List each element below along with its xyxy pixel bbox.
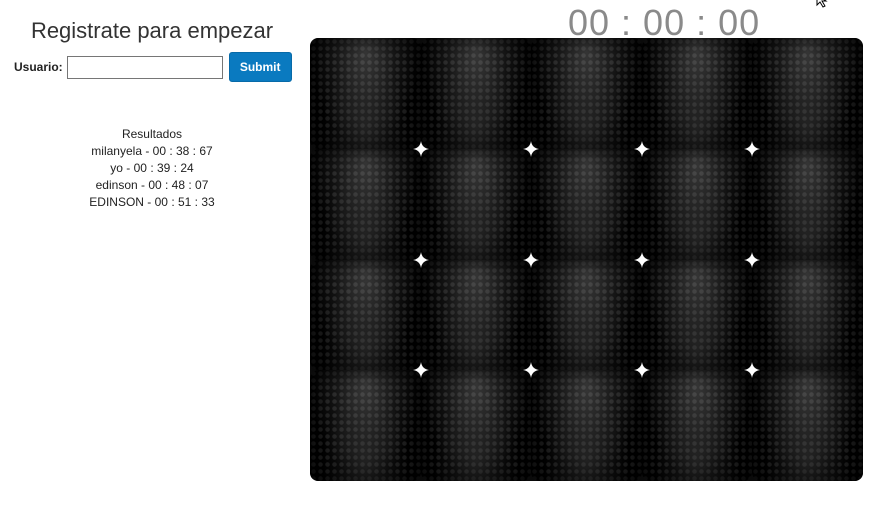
username-label: Usuario: — [14, 60, 63, 74]
game-card[interactable] — [641, 370, 753, 481]
game-card[interactable] — [752, 259, 863, 371]
sparkle-icon — [412, 251, 429, 268]
game-card[interactable] — [641, 259, 753, 371]
sparkle-icon — [744, 251, 761, 268]
game-card[interactable] — [310, 148, 421, 260]
game-card[interactable] — [420, 370, 532, 481]
sparkle-icon — [633, 140, 650, 157]
results-heading: Resultados — [121, 127, 183, 141]
game-card[interactable] — [531, 148, 642, 260]
game-card[interactable] — [752, 38, 863, 149]
game-card[interactable] — [531, 259, 642, 371]
mouse-cursor-icon — [816, 0, 828, 8]
username-input[interactable] — [66, 55, 223, 79]
game-card[interactable] — [752, 148, 863, 260]
sparkle-icon — [523, 362, 540, 379]
sparkle-icon — [744, 140, 761, 157]
sparkle-icon — [523, 140, 540, 157]
result-entry: edinson - 00 : 48 : 07 — [95, 178, 209, 192]
game-card[interactable] — [531, 370, 642, 481]
sparkle-icon — [523, 251, 540, 268]
game-card[interactable] — [641, 148, 753, 260]
result-entry: EDINSON - 00 : 51 : 33 — [89, 195, 215, 209]
sparkle-icon — [412, 362, 429, 379]
register-form: Usuario: Submit — [14, 52, 292, 82]
memory-game-board — [310, 38, 863, 481]
game-card[interactable] — [420, 148, 532, 260]
game-card[interactable] — [310, 38, 421, 149]
sparkle-icon — [412, 140, 429, 157]
game-card[interactable] — [420, 38, 532, 149]
game-card[interactable] — [531, 38, 642, 149]
game-card[interactable] — [420, 259, 532, 371]
result-entry: milanyela - 00 : 38 : 67 — [91, 144, 213, 158]
game-card[interactable] — [310, 370, 421, 481]
submit-button[interactable]: Submit — [228, 52, 292, 82]
sparkle-icon — [633, 251, 650, 268]
game-card[interactable] — [752, 370, 863, 481]
results-list: Resultados milanyela - 00 : 38 : 67 yo -… — [22, 126, 282, 211]
sparkle-icon — [744, 362, 761, 379]
sparkle-icon — [633, 362, 650, 379]
game-card[interactable] — [310, 259, 421, 371]
page-title: Registrate para empezar — [30, 18, 274, 43]
result-entry: yo - 00 : 39 : 24 — [110, 161, 194, 175]
game-card[interactable] — [641, 38, 753, 149]
